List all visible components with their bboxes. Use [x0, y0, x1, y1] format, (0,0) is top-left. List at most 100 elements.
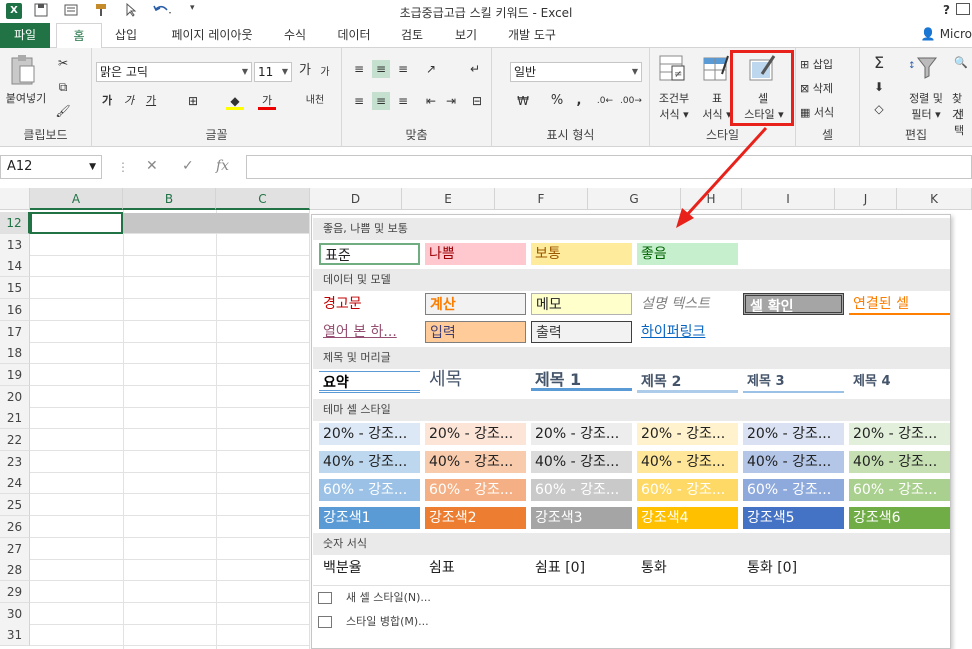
- style-calculation[interactable]: 계산: [425, 293, 526, 315]
- row-header-13[interactable]: 13: [0, 233, 30, 256]
- borders-icon[interactable]: ⊞: [184, 92, 202, 110]
- format-as-table-icon[interactable]: [702, 54, 730, 87]
- style-heading-4[interactable]: 제목 4: [849, 371, 950, 393]
- autosum-icon[interactable]: Σ: [870, 54, 888, 72]
- column-header-c[interactable]: C: [216, 188, 310, 210]
- row-header-12[interactable]: 12: [0, 212, 30, 234]
- style-bad[interactable]: 나쁨: [425, 243, 526, 265]
- font-color-button[interactable]: 가: [258, 92, 276, 110]
- row-header-18[interactable]: 18: [0, 342, 30, 365]
- row-header-16[interactable]: 16: [0, 298, 30, 321]
- name-box[interactable]: A12 ▼: [0, 155, 102, 179]
- style-accent-3[interactable]: 강조색3: [531, 507, 632, 529]
- align-right-icon[interactable]: ≡: [394, 92, 412, 110]
- decrease-decimal-icon[interactable]: .00→: [620, 92, 642, 110]
- copy-icon[interactable]: ⧉: [54, 78, 72, 96]
- tab-home[interactable]: 홈: [56, 23, 102, 49]
- style-40pct-accent-5[interactable]: 40% - 강조...: [743, 451, 844, 473]
- column-header-i[interactable]: I: [742, 188, 835, 210]
- style-title[interactable]: 세목: [425, 369, 526, 391]
- style-60pct-accent-2[interactable]: 60% - 강조...: [425, 479, 526, 501]
- underline-button[interactable]: 가: [142, 92, 160, 110]
- row-header-15[interactable]: 15: [0, 277, 30, 300]
- formula-input[interactable]: [246, 155, 972, 179]
- fill-icon[interactable]: ⬇: [870, 78, 888, 96]
- row-header-24[interactable]: 24: [0, 472, 30, 495]
- tab-page-layout[interactable]: 페이지 레이아웃: [160, 23, 264, 48]
- row-header-14[interactable]: 14: [0, 255, 30, 278]
- format-painter-icon[interactable]: 🖌: [54, 102, 72, 120]
- align-left-icon[interactable]: ≡: [350, 92, 368, 110]
- style-20pct-accent-1[interactable]: 20% - 강조...: [319, 423, 420, 445]
- increase-indent-icon[interactable]: ⇥: [442, 92, 460, 110]
- restore-icon[interactable]: [956, 3, 970, 15]
- style-warning-text[interactable]: 경고문: [319, 293, 420, 315]
- tab-insert[interactable]: 삽입: [108, 23, 144, 48]
- cut-icon[interactable]: ✂: [54, 54, 72, 72]
- style-number-2[interactable]: 쉼표: [425, 557, 526, 579]
- style-60pct-accent-3[interactable]: 60% - 강조...: [531, 479, 632, 501]
- style-input[interactable]: 입력: [425, 321, 526, 343]
- row-header-30[interactable]: 30: [0, 602, 30, 625]
- style-accent-6[interactable]: 강조색6: [849, 507, 950, 529]
- style-normal[interactable]: 표준: [319, 243, 420, 265]
- style-accent-2[interactable]: 강조색2: [425, 507, 526, 529]
- style-60pct-accent-4[interactable]: 60% - 강조...: [637, 479, 738, 501]
- style-number-1[interactable]: 백분율: [319, 557, 420, 579]
- number-format-combo[interactable]: 일반 ▼: [510, 62, 642, 82]
- style-hyperlink[interactable]: 하이퍼링크: [637, 321, 738, 343]
- select-all-corner[interactable]: [0, 188, 30, 210]
- clear-icon[interactable]: ◇: [870, 100, 888, 118]
- style-40pct-accent-1[interactable]: 40% - 강조...: [319, 451, 420, 473]
- style-heading-3[interactable]: 제목 3: [743, 371, 844, 393]
- new-cell-style-item[interactable]: 새 셀 스타일(N)...: [318, 588, 431, 608]
- enter-icon[interactable]: ✓: [182, 158, 194, 174]
- row-header-29[interactable]: 29: [0, 580, 30, 603]
- format-cells-button[interactable]: ▦ 서식: [800, 104, 834, 120]
- italic-button[interactable]: 가: [120, 92, 138, 110]
- decrease-indent-icon[interactable]: ⇤: [422, 92, 440, 110]
- style-20pct-accent-3[interactable]: 20% - 강조...: [531, 423, 632, 445]
- style-heading-2[interactable]: 제목 2: [637, 371, 738, 393]
- sort-filter-label-1[interactable]: 정렬 및: [904, 90, 948, 106]
- grow-font-button[interactable]: 가: [296, 62, 314, 80]
- row-header-21[interactable]: 21: [0, 407, 30, 430]
- insert-function-icon[interactable]: fx: [216, 158, 229, 174]
- column-header-k[interactable]: K: [897, 188, 972, 210]
- style-20pct-accent-6[interactable]: 20% - 강조...: [849, 423, 950, 445]
- column-header-g[interactable]: G: [588, 188, 681, 210]
- style-number-4[interactable]: 통화: [637, 557, 738, 579]
- style-40pct-accent-3[interactable]: 40% - 강조...: [531, 451, 632, 473]
- style-linked-cell[interactable]: 연결된 셀: [849, 293, 950, 315]
- style-good[interactable]: 좋음: [637, 243, 738, 265]
- merge-center-icon[interactable]: ⊟: [468, 92, 486, 110]
- tab-data[interactable]: 데이터: [330, 23, 378, 48]
- style-number-5[interactable]: 통화 [0]: [743, 557, 844, 579]
- row-header-22[interactable]: 22: [0, 429, 30, 451]
- insert-cells-button[interactable]: ⊞ 삽입: [800, 56, 833, 72]
- find-select-icon[interactable]: 🔍: [954, 56, 968, 69]
- row-header-17[interactable]: 17: [0, 320, 30, 343]
- cancel-icon[interactable]: ✕: [146, 158, 158, 174]
- delete-cells-button[interactable]: ⊠ 삭제: [800, 80, 833, 96]
- style-40pct-accent-6[interactable]: 40% - 강조...: [849, 451, 950, 473]
- sort-filter-label-2[interactable]: 필터 ▾: [904, 106, 948, 122]
- percent-button[interactable]: %: [548, 92, 566, 110]
- paste-button-label[interactable]: 붙여넣기: [2, 90, 50, 106]
- column-header-a[interactable]: A: [30, 188, 123, 210]
- orientation-icon[interactable]: ↗: [422, 60, 440, 78]
- style-number-3[interactable]: 쉼표 [0]: [531, 557, 632, 579]
- style-20pct-accent-2[interactable]: 20% - 강조...: [425, 423, 526, 445]
- merge-styles-item[interactable]: 스타일 병합(M)...: [318, 612, 429, 632]
- column-header-e[interactable]: E: [402, 188, 495, 210]
- row-header-19[interactable]: 19: [0, 363, 30, 386]
- row-header-25[interactable]: 25: [0, 494, 30, 517]
- font-name-combo[interactable]: 맑은 고딕 ▼: [96, 62, 252, 82]
- column-header-b[interactable]: B: [123, 188, 216, 210]
- conditional-format-icon[interactable]: ≠: [658, 54, 686, 87]
- row-header-26[interactable]: 26: [0, 515, 30, 538]
- column-header-f[interactable]: F: [495, 188, 588, 210]
- style-note[interactable]: 메모: [531, 293, 632, 315]
- style-explanatory[interactable]: 설명 텍스트: [637, 293, 738, 315]
- wrap-text-icon[interactable]: ↵: [466, 60, 484, 78]
